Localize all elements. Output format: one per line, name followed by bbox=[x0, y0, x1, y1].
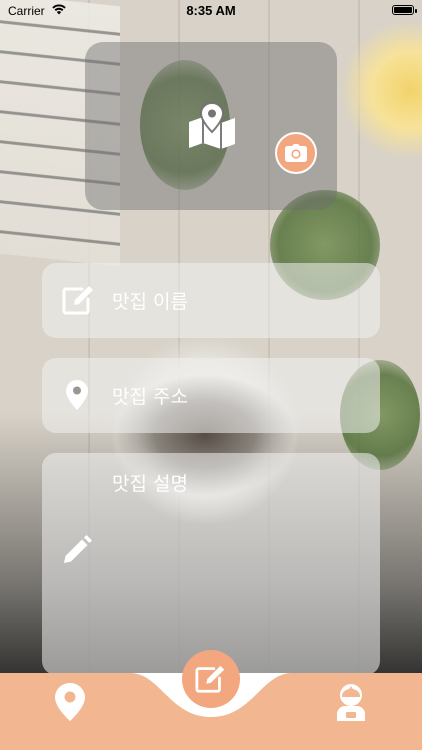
restaurant-description-placeholder: 맛집 설명 bbox=[112, 473, 188, 495]
map-icon bbox=[189, 102, 235, 149]
location-pin-icon[interactable] bbox=[55, 683, 85, 721]
restaurant-name-field[interactable]: 맛집 이름 bbox=[42, 263, 380, 338]
camera-icon bbox=[285, 144, 307, 162]
edit-icon bbox=[62, 286, 93, 315]
restaurant-address-field[interactable]: 맛집 주소 bbox=[42, 358, 380, 433]
restaurant-name-placeholder: 맛집 이름 bbox=[112, 291, 188, 313]
edit-icon bbox=[195, 665, 225, 693]
photo-card[interactable] bbox=[85, 42, 337, 210]
status-bar: Carrier 8:35 AM bbox=[0, 0, 422, 22]
status-time: 8:35 AM bbox=[186, 3, 236, 18]
add-restaurant-tab[interactable] bbox=[182, 650, 240, 708]
pencil-icon bbox=[64, 535, 92, 563]
profile-icon[interactable] bbox=[333, 683, 369, 721]
camera-button[interactable] bbox=[275, 132, 317, 174]
location-pin-icon bbox=[66, 380, 88, 410]
restaurant-description-field[interactable]: 맛집 설명 bbox=[42, 453, 380, 675]
battery-icon bbox=[392, 5, 417, 15]
restaurant-address-placeholder: 맛집 주소 bbox=[112, 386, 188, 408]
